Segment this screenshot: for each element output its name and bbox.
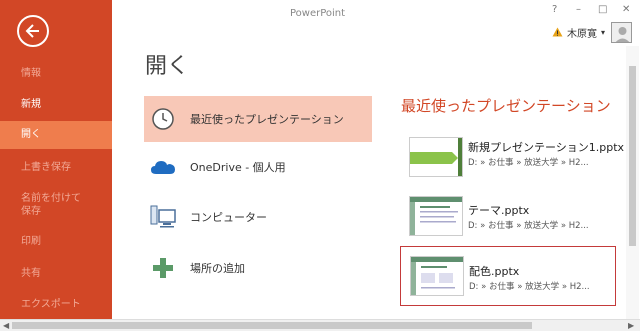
clock-icon — [150, 106, 176, 132]
page-title: 開く — [145, 54, 190, 79]
file-thumbnail — [409, 196, 463, 236]
file-path: D: » お仕事 » 放送大学 » H2... — [468, 158, 589, 168]
user-account[interactable]: 木原寛 ▾ — [552, 22, 605, 42]
location-label: OneDrive - 個人用 — [190, 161, 286, 174]
recent-heading: 最近使ったプレゼンテーション — [401, 97, 611, 115]
scroll-thumb[interactable] — [629, 66, 636, 246]
nav-save[interactable]: 上書き保存 — [0, 161, 112, 174]
avatar[interactable] — [611, 22, 632, 43]
backstage-sidebar: 情報 新規 開く 上書き保存 名前を付けて 保存 印刷 共有 エクスポート — [0, 0, 112, 319]
recent-file[interactable]: テーマ.pptx D: » お仕事 » 放送大学 » H2... — [400, 186, 616, 246]
horizontal-scrollbar[interactable]: ◀ ▶ — [0, 319, 640, 331]
location-label: コンピューター — [190, 211, 267, 224]
plus-icon — [150, 255, 176, 281]
scroll-left-icon[interactable]: ◀ — [3, 321, 9, 330]
file-thumbnail — [410, 256, 464, 296]
location-add-place[interactable]: 場所の追加 — [144, 245, 372, 291]
file-name: テーマ.pptx — [468, 204, 530, 217]
back-button[interactable] — [17, 15, 49, 47]
nav-save-as[interactable]: 名前を付けて 保存 — [0, 192, 112, 218]
nav-print[interactable]: 印刷 — [0, 235, 112, 248]
file-path: D: » お仕事 » 放送大学 » H2... — [468, 221, 589, 231]
nav-new[interactable]: 新規 — [0, 98, 112, 111]
recent-file[interactable]: 新規プレゼンテーション1.pptx D: » お仕事 » 放送大学 » H2..… — [400, 128, 624, 188]
arrow-left-icon — [25, 24, 39, 38]
nav-info[interactable]: 情報 — [0, 67, 112, 80]
chevron-down-icon: ▾ — [601, 27, 606, 37]
file-name: 新規プレゼンテーション1.pptx — [468, 141, 625, 154]
help-button[interactable]: ? — [552, 4, 557, 15]
scroll-right-icon[interactable]: ▶ — [628, 321, 634, 330]
computer-icon — [150, 204, 176, 230]
vertical-scrollbar[interactable] — [626, 46, 639, 319]
recent-file-selected[interactable]: 配色.pptx D: » お仕事 » 放送大学 » H2... — [400, 246, 616, 306]
scroll-thumb[interactable] — [12, 322, 532, 329]
file-path: D: » お仕事 » 放送大学 » H2... — [469, 282, 590, 292]
app-title: PowerPoint — [290, 8, 346, 19]
nav-export[interactable]: エクスポート — [0, 298, 112, 311]
location-onedrive[interactable]: OneDrive - 個人用 — [144, 144, 372, 190]
file-thumbnail — [409, 137, 463, 177]
user-name: 木原寛 — [567, 28, 597, 40]
nav-open[interactable]: 開く — [0, 121, 112, 149]
location-computer[interactable]: コンピューター — [144, 194, 372, 240]
person-icon — [615, 27, 630, 42]
location-label: 最近使ったプレゼンテーション — [190, 113, 344, 126]
nav-share[interactable]: 共有 — [0, 267, 112, 280]
cloud-icon — [150, 154, 176, 180]
close-button[interactable]: ✕ — [622, 4, 630, 15]
warning-icon — [552, 27, 563, 37]
location-label: 場所の追加 — [190, 262, 245, 275]
location-recent[interactable]: 最近使ったプレゼンテーション — [144, 96, 372, 142]
minimize-button[interactable]: – — [576, 4, 581, 15]
restore-button[interactable]: □ — [598, 4, 607, 15]
file-name: 配色.pptx — [469, 265, 520, 278]
